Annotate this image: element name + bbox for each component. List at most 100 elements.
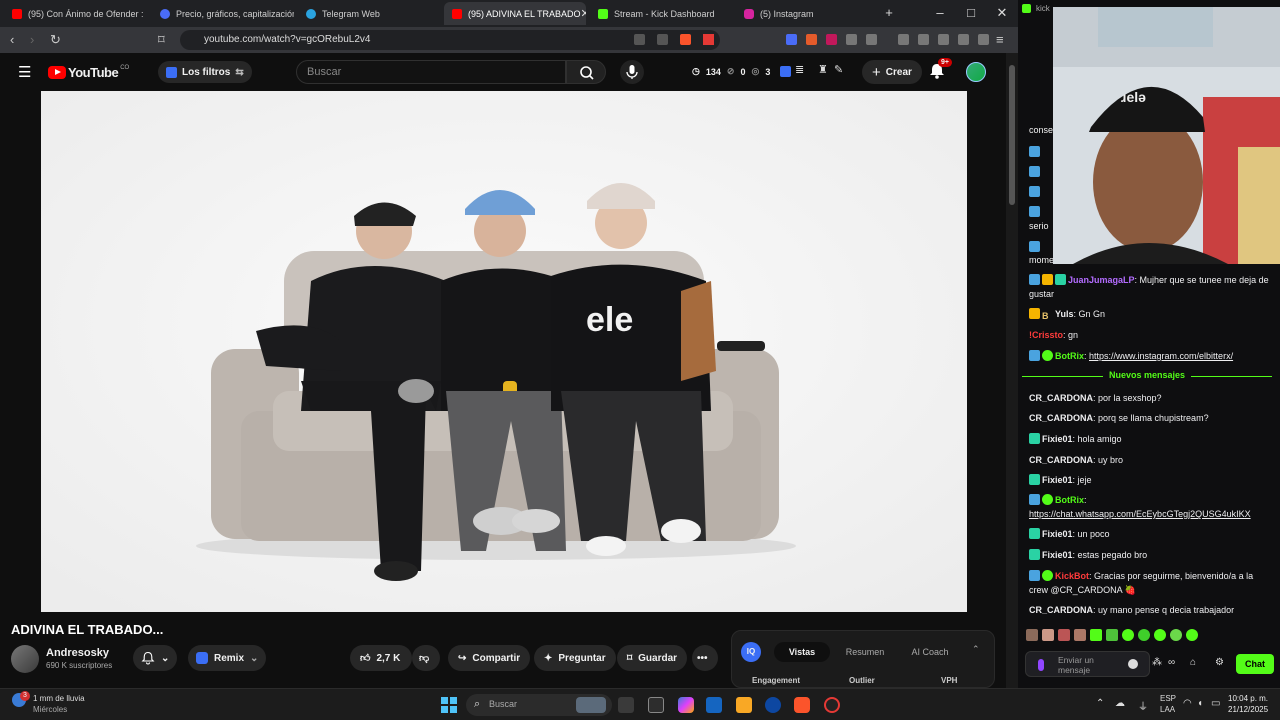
minimize-icon[interactable]: – (930, 5, 950, 20)
brave-shield-icon[interactable] (680, 34, 691, 45)
sidebar-icon[interactable] (918, 34, 929, 45)
chat-username[interactable]: CR_CARDONA (1029, 413, 1093, 423)
chat-username[interactable]: Fixie01 (1042, 550, 1073, 560)
leo-icon[interactable] (958, 34, 969, 45)
forward-icon[interactable]: › (30, 32, 34, 47)
chat-link[interactable]: https://chat.whatsapp.com/EcEybcGTegj2QU… (1029, 509, 1251, 519)
save-button[interactable]: ⌑ Guardar (617, 645, 688, 671)
search-button[interactable] (566, 60, 606, 84)
like-button[interactable]: 👍︎ 2,7 K (350, 645, 412, 671)
extension-icon[interactable] (866, 34, 877, 45)
emote-icon[interactable] (1090, 629, 1102, 641)
trophy-icon[interactable]: ♜ (818, 63, 828, 76)
chat-username[interactable]: Yuls (1055, 309, 1074, 319)
translate-icon[interactable] (786, 34, 797, 45)
edge-icon[interactable] (765, 697, 781, 713)
maximize-icon[interactable]: □ (961, 5, 981, 20)
folder-icon[interactable] (736, 697, 752, 713)
wifi-icon[interactable]: ◠ (1183, 698, 1192, 709)
close-window-icon[interactable]: ✕ (992, 5, 1012, 21)
emoji-icon[interactable] (1128, 659, 1138, 669)
share-icon[interactable] (657, 34, 668, 45)
chat-username[interactable]: JuanJumagaLP (1068, 275, 1135, 285)
tray-icon[interactable]: ☁ (1115, 698, 1125, 709)
iq-icon[interactable] (780, 66, 791, 77)
tray-mic-icon[interactable]: ⏚ (1138, 698, 1148, 713)
emote-icon[interactable] (1058, 629, 1070, 641)
tab-3[interactable]: Telegram Web (298, 2, 440, 25)
chat-username[interactable]: BotRix (1055, 351, 1084, 361)
clock-date[interactable]: 21/12/2025 (1228, 705, 1268, 714)
tab-2[interactable]: Precio, gráficos, capitalización d (152, 2, 294, 25)
tab-resumen[interactable]: Resumen (842, 642, 888, 662)
more-actions-button[interactable]: ••• (692, 645, 718, 671)
language-code[interactable]: ESP (1160, 694, 1176, 703)
send-chat-button[interactable]: Chat (1236, 654, 1274, 674)
extension-icon[interactable] (806, 34, 817, 45)
infinity-icon[interactable]: ∞ (1168, 657, 1175, 668)
tray-chevron-icon[interactable]: ⌃ (1096, 698, 1104, 709)
wallet-icon[interactable] (938, 34, 949, 45)
music-icon[interactable] (898, 34, 909, 45)
bookmark-icon[interactable]: ⌑ (158, 32, 165, 48)
language-layout[interactable]: LAA (1160, 705, 1175, 714)
chat-username[interactable]: CR_CARDONA (1029, 393, 1093, 403)
tab-6[interactable]: (5) Instagram (736, 2, 878, 25)
avatar[interactable] (966, 62, 986, 82)
chat-username[interactable]: CR_CARDONA (1029, 605, 1093, 615)
list-icon[interactable]: ≣ (795, 63, 804, 76)
ask-button[interactable]: ✦ Preguntar (534, 645, 616, 671)
new-tab-button[interactable]: + (879, 5, 899, 20)
filters-button[interactable]: Los filtros ⇆ (158, 61, 252, 83)
chat-username[interactable]: !Crissto (1029, 330, 1063, 340)
tab-5[interactable]: Stream - Kick Dashboard (590, 2, 732, 25)
tab-ai-coach[interactable]: AI Coach (904, 642, 956, 662)
tab-vistas[interactable]: Vistas (774, 642, 830, 662)
video-player[interactable]: ele (41, 91, 967, 612)
back-icon[interactable]: ‹ (10, 32, 14, 47)
start-button[interactable] (441, 697, 457, 713)
chat-username[interactable]: BotRix (1055, 495, 1084, 505)
emote-icon[interactable] (1138, 629, 1150, 641)
rewards-icon[interactable] (703, 34, 714, 45)
obs-icon[interactable] (824, 697, 840, 713)
store-icon[interactable] (706, 697, 722, 713)
reload-icon[interactable]: ↻ (50, 32, 61, 48)
puzzle-icon[interactable] (846, 34, 857, 45)
emote-icon[interactable] (1186, 629, 1198, 641)
chat-link[interactable]: https://www.instagram.com/elbitterx/ (1089, 351, 1233, 361)
emote-icon[interactable] (1106, 629, 1118, 641)
create-button[interactable]: + Crear (862, 60, 922, 84)
emote-icon[interactable] (1074, 629, 1086, 641)
chat-username[interactable]: KickBot (1055, 571, 1089, 581)
notifications-button[interactable]: 9+ (928, 58, 952, 83)
dislike-button[interactable]: 👎︎ (412, 645, 440, 671)
battery-icon[interactable]: ▭ (1211, 698, 1220, 709)
remix-button[interactable]: Remix ⌄ (188, 645, 267, 671)
menu-icon[interactable]: ≡ (996, 32, 1004, 47)
subscribe-bell-button[interactable]: ⌄ (133, 645, 178, 671)
close-tab-icon[interactable]: ✕ (581, 7, 586, 20)
emote-icon[interactable] (1122, 629, 1134, 641)
people-icon[interactable]: ⁂ (1152, 657, 1162, 668)
emote-icon[interactable] (1042, 629, 1054, 641)
page-scrollbar[interactable] (1006, 53, 1018, 688)
youtube-logo[interactable]: YouTube CO (48, 65, 129, 80)
chat-username[interactable]: CR_CARDONA (1029, 455, 1093, 465)
emote-icon[interactable] (1154, 629, 1166, 641)
volume-icon[interactable]: ◖ (1197, 698, 1203, 709)
emote-icon[interactable] (1026, 629, 1038, 641)
clock-time[interactable]: 10:04 p. m. (1228, 694, 1268, 703)
emote-icon[interactable] (1170, 629, 1182, 641)
collapse-icon[interactable]: ⌃ (972, 644, 980, 655)
task-view-icon[interactable] (618, 697, 634, 713)
shop-icon[interactable]: ⌂ (1190, 657, 1196, 668)
extension-icon[interactable] (826, 34, 837, 45)
chat-input[interactable]: Enviar un mensaje (1025, 651, 1150, 677)
tab-1[interactable]: (95) Con Ánimo de Ofender : Ca (4, 2, 146, 25)
share-button[interactable]: ↪ Compartir (448, 645, 531, 671)
hamburger-icon[interactable]: ☰ (18, 63, 31, 81)
scrollbar-thumb[interactable] (1009, 65, 1015, 205)
mic-button[interactable] (620, 60, 644, 84)
vpn-icon[interactable] (978, 34, 989, 45)
